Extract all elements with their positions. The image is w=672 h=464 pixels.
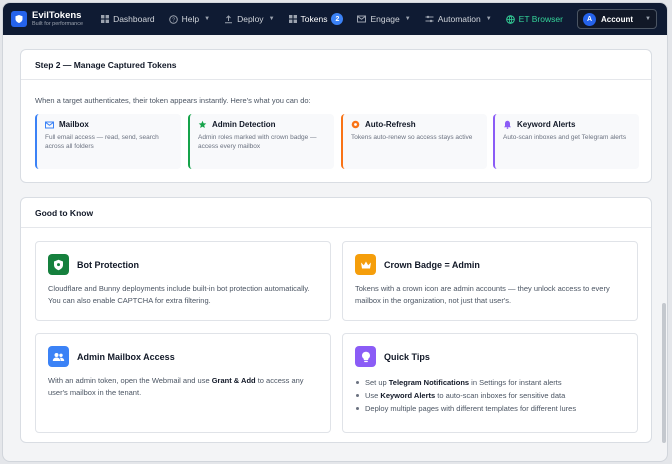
grid-icon: [101, 15, 110, 23]
svg-text:?: ?: [172, 17, 175, 23]
step2-panel: Step 2 — Manage Captured Tokens When a t…: [20, 49, 652, 183]
card-bot-protection: Bot Protection Cloudflare and Bunny depl…: [35, 241, 331, 321]
tip-item: Use Keyword Alerts to auto-scan inboxes …: [355, 389, 625, 402]
tip-bold: Telegram Notifications: [388, 378, 470, 387]
feature-card-auto-refresh: Auto-Refresh Tokens auto-renew so access…: [341, 114, 487, 169]
tip-text: Set up: [365, 378, 389, 387]
crown-icon: [355, 254, 376, 275]
feature-desc: Full email access — read, send, search a…: [45, 134, 159, 151]
nav-dashboard-label: Dashboard: [113, 14, 155, 24]
feature-title: Auto-Refresh: [365, 120, 416, 129]
tip-text: to auto-scan inboxes for sensitive data: [435, 391, 566, 401]
nav-automation-label: Automation: [437, 14, 481, 24]
upload-icon: [225, 14, 233, 23]
users-icon: [48, 346, 69, 367]
mail-icon: [45, 121, 54, 128]
feature-desc: Auto-scan inboxes and get Telegram alert…: [503, 134, 627, 141]
nav-help[interactable]: ? Help ▼: [168, 14, 211, 24]
nav-dashboard[interactable]: Dashboard: [101, 14, 155, 24]
card-quick-tips: Quick Tips Set up Telegram Notifications…: [342, 333, 638, 433]
card-body: Cloudflare and Bunny deployments include…: [48, 284, 310, 305]
good-to-know-title: Good to Know: [21, 198, 651, 228]
top-navbar: EvilTokens Built for performance Dashboa…: [3, 3, 667, 35]
account-label: Account: [601, 14, 633, 24]
tip-item: Deploy multiple pages with different tem…: [355, 402, 625, 415]
card-body: With an admin token, open the Webmail an…: [48, 375, 318, 399]
nav-deploy-label: Deploy: [237, 14, 264, 24]
tip-item: Set up Telegram Notifications in Setting…: [355, 376, 625, 389]
card-admin-mailbox: Admin Mailbox Access With an admin token…: [35, 333, 331, 433]
app-window: EvilTokens Built for performance Dashboa…: [2, 2, 668, 462]
shield-logo-icon: [11, 11, 27, 27]
card-title: Admin Mailbox Access: [77, 351, 175, 362]
refresh-icon: [351, 120, 360, 129]
feature-desc: Tokens auto-renew so access stays active: [351, 134, 473, 141]
star-icon: [198, 120, 207, 129]
mail-icon: [357, 15, 367, 23]
nav-tokens[interactable]: Tokens 2: [288, 13, 344, 25]
chevron-down-icon: ▼: [204, 16, 211, 22]
chevron-down-icon: ▼: [645, 16, 651, 22]
chevron-down-icon: ▼: [268, 16, 275, 22]
shield-icon: [48, 254, 69, 275]
feature-card-admin-detection: Admin Detection Admin roles marked with …: [188, 114, 334, 169]
feature-title: Mailbox: [59, 120, 89, 129]
brand-logo[interactable]: EvilTokens Built for performance: [11, 11, 83, 27]
feature-desc: Admin roles marked with crown badge — ac…: [198, 134, 317, 151]
bell-icon: [504, 120, 511, 129]
nav-help-label: Help: [181, 14, 200, 24]
token-grid-icon: [288, 15, 297, 23]
sliders-icon: [425, 15, 434, 23]
nav-automation[interactable]: Automation ▼: [425, 14, 492, 24]
scrollbar-thumb[interactable]: [662, 303, 666, 443]
feature-card-keyword-alerts: Keyword Alerts Auto-scan inboxes and get…: [493, 114, 639, 169]
nav-et-browser-label: ET Browser: [518, 14, 563, 24]
good-to-know-panel: Good to Know Bot Protection Cloudflare a…: [20, 197, 652, 443]
chevron-down-icon: ▼: [485, 16, 492, 22]
card-title: Crown Badge = Admin: [384, 259, 480, 270]
step2-intro: When a target authenticates, their token…: [35, 96, 311, 105]
card-title: Quick Tips: [384, 351, 430, 362]
tip-bold: Keyword Alerts: [380, 391, 436, 401]
nav-engage-label: Engage: [370, 14, 400, 24]
tip-text: in Settings for instant alerts: [469, 378, 562, 387]
chevron-down-icon: ▼: [404, 16, 411, 22]
nav-et-browser[interactable]: ET Browser: [505, 14, 563, 24]
card-body-text: With an admin token, open the Webmail an…: [48, 376, 212, 385]
nav-engage[interactable]: Engage ▼: [357, 14, 411, 24]
tips-list: Set up Telegram Notifications in Setting…: [355, 376, 625, 415]
feature-title: Admin Detection: [212, 120, 276, 129]
lightbulb-icon: [355, 346, 376, 367]
avatar: A: [583, 12, 596, 26]
nav-tokens-label: Tokens: [300, 14, 328, 24]
account-menu-button[interactable]: A Account ▼: [577, 9, 657, 29]
help-circle-icon: ?: [168, 14, 178, 24]
card-title: Bot Protection: [77, 259, 139, 270]
nav-deploy[interactable]: Deploy ▼: [224, 14, 275, 24]
brand-tagline: Built for performance: [32, 20, 84, 27]
feature-card-mailbox: Mailbox Full email access — read, send, …: [35, 114, 181, 169]
tokens-count-badge: 2: [331, 13, 344, 25]
card-crown-badge: Crown Badge = Admin Tokens with a crown …: [342, 241, 638, 321]
step2-title: Step 2 — Manage Captured Tokens: [21, 50, 651, 80]
card-body: Tokens with a crown icon are admin accou…: [355, 284, 610, 305]
globe-icon: [505, 14, 515, 24]
grant-add-term: Grant & Add: [211, 376, 256, 385]
tip-text: Deploy multiple pages with different tem…: [365, 404, 577, 414]
feature-title: Keyword Alerts: [517, 120, 576, 129]
tip-text: Use: [365, 391, 381, 401]
brand-name: EvilTokens: [32, 10, 82, 21]
